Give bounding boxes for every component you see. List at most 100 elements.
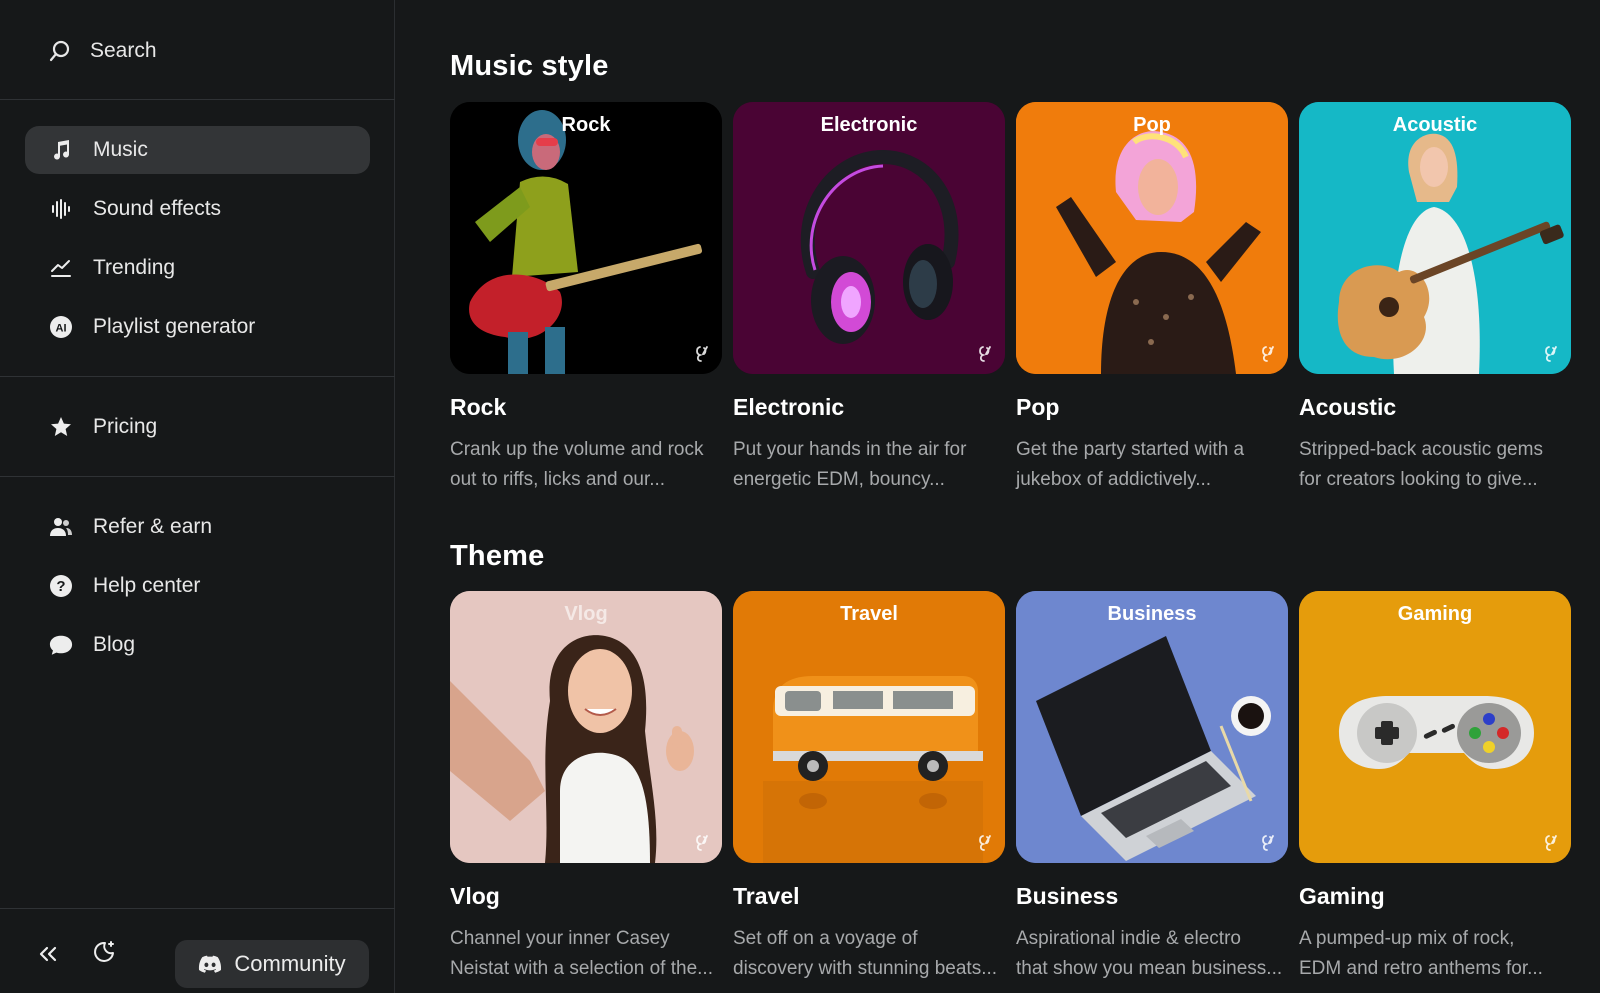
card-description-line: that show you mean business... (1016, 958, 1283, 979)
card-electronic[interactable]: Electronic Electronic Put your hands in … (733, 102, 1005, 495)
rock-guitarist-image (450, 102, 722, 374)
card-thumbnail: Electronic (733, 102, 1005, 374)
card-thumbnail: Pop (1016, 102, 1288, 374)
card-thumbnail: Business (1016, 591, 1288, 863)
card-travel[interactable]: Travel Travel Set off on a voyage of dis… (733, 591, 1005, 984)
sidebar-item-music[interactable]: Music (25, 126, 370, 174)
card-thumbnail: Gaming (1299, 591, 1571, 863)
brand-logo-icon (1545, 835, 1557, 851)
sidebar-item-sound-effects[interactable]: Sound effects (25, 185, 370, 233)
card-description-line: Put your hands in the air for (733, 439, 967, 460)
sidebar-item-label: Pricing (93, 415, 158, 438)
card-description-line: Stripped-back acoustic gems (1299, 439, 1543, 460)
sidebar-footer: Community (0, 908, 395, 993)
card-description: A pumped-up mix of rock, EDM and retro a… (1299, 924, 1571, 984)
card-description: Get the party started with a jukebox of … (1016, 435, 1288, 495)
users-icon (49, 515, 73, 539)
camper-van-image (733, 591, 1005, 863)
card-description-line: EDM and retro anthems for... (1299, 958, 1543, 979)
card-description: Crank up the volume and rock out to riff… (450, 435, 722, 495)
pop-dancer-image (1016, 102, 1288, 374)
sidebar-item-label: Music (93, 138, 148, 161)
card-title: Business (1016, 883, 1119, 909)
thumbnail-label: Electronic (820, 114, 918, 136)
card-description-line: discovery with stunning beats... (733, 958, 998, 979)
card-description-line: out to riffs, licks and our... (450, 469, 666, 490)
sidebar: Search Music Sound effects Trending AI P… (0, 0, 395, 993)
card-thumbnail: Acoustic (1299, 102, 1571, 374)
card-description-line: Channel your inner Casey (450, 928, 670, 949)
sidebar-item-label: Help center (93, 574, 201, 597)
brand-logo-icon (979, 346, 991, 362)
sidebar-item-label: Sound effects (93, 197, 222, 220)
sidebar-item-refer-earn[interactable]: Refer & earn (25, 503, 370, 551)
sidebar-divider (0, 99, 395, 100)
card-thumbnail: Vlog (450, 591, 722, 863)
acoustic-guitarist-image (1299, 102, 1571, 374)
game-controller-image (1299, 591, 1571, 863)
card-vlog[interactable]: Vlog Vlog Channel your inner Casey Neist… (450, 591, 722, 984)
card-description-line: Neistat with a selection of the... (450, 958, 713, 979)
card-description-line: Set off on a voyage of (733, 928, 918, 949)
card-description: Set off on a voyage of discovery with st… (733, 924, 1005, 984)
community-button[interactable]: Community (175, 940, 369, 988)
card-acoustic[interactable]: Acoustic Acoustic Stripped-back acoustic… (1299, 102, 1571, 495)
card-pop[interactable]: Pop Pop Get the party started with a juk… (1016, 102, 1288, 495)
section-title-theme: Theme (450, 540, 545, 572)
card-description-line: Aspirational indie & electro (1016, 928, 1241, 949)
main-content: Music style Rock Rock Crank up the volum… (395, 0, 1600, 993)
music-note-icon (49, 138, 73, 162)
card-title: Travel (733, 883, 800, 909)
sidebar-item-label: Refer & earn (93, 515, 213, 538)
card-description-line: for creators looking to give... (1299, 469, 1538, 490)
sidebar-item-pricing[interactable]: Pricing (25, 403, 370, 451)
thumbnail-label: Business (1107, 603, 1197, 625)
chat-bubble-icon (49, 633, 73, 657)
headphones-image (733, 102, 1005, 374)
star-icon (49, 415, 73, 439)
card-description-line: Crank up the volume and rock (450, 439, 704, 460)
card-description-line: A pumped-up mix of rock, (1299, 928, 1515, 949)
card-thumbnail: Travel (733, 591, 1005, 863)
search-label: Search (90, 39, 157, 62)
brand-logo-icon (979, 835, 991, 851)
card-title: Acoustic (1299, 394, 1397, 420)
card-description-line: energetic EDM, bouncy... (733, 469, 945, 490)
ai-icon: AI (49, 315, 73, 339)
collapse-sidebar-button[interactable] (36, 942, 64, 970)
card-description: Aspirational indie & electro that show y… (1016, 924, 1288, 984)
thumbnail-label: Travel (840, 603, 898, 625)
brand-logo-icon (696, 346, 708, 362)
card-title: Rock (450, 394, 507, 420)
brand-logo-icon (1262, 835, 1274, 851)
vlogger-image (450, 591, 722, 863)
card-description: Stripped-back acoustic gems for creators… (1299, 435, 1571, 495)
help-icon: ? (49, 574, 73, 598)
brand-logo-icon (1545, 346, 1557, 362)
sidebar-item-trending[interactable]: Trending (25, 244, 370, 292)
card-business[interactable]: Business Business Aspirational indie & e… (1016, 591, 1288, 984)
theme-toggle-button[interactable] (92, 940, 120, 968)
community-label: Community (234, 951, 346, 976)
laptop-coffee-image (1016, 591, 1288, 863)
sidebar-item-blog[interactable]: Blog (25, 621, 370, 669)
card-description: Channel your inner Casey Neistat with a … (450, 924, 722, 984)
thumbnail-label: Acoustic (1392, 114, 1478, 136)
card-description-line: jukebox of addictively... (1016, 469, 1212, 490)
svg-text:?: ? (56, 578, 65, 595)
card-title: Pop (1016, 394, 1060, 420)
search-icon (48, 39, 72, 63)
sidebar-item-playlist-generator[interactable]: AI Playlist generator (25, 303, 370, 351)
card-title: Vlog (450, 883, 500, 909)
sidebar-item-label: Playlist generator (93, 315, 256, 338)
discord-icon (198, 952, 222, 976)
double-chevron-left-icon (36, 942, 60, 966)
sidebar-item-help-center[interactable]: ? Help center (25, 562, 370, 610)
search-button[interactable]: Search (48, 33, 157, 69)
thumbnail-label: Rock (561, 114, 611, 136)
card-rock[interactable]: Rock Rock Crank up the volume and rock o… (450, 102, 722, 495)
card-gaming[interactable]: Gaming Gaming A pumped-up mix of rock, E… (1299, 591, 1571, 984)
thumbnail-label: Pop (1133, 114, 1171, 136)
moon-icon (92, 940, 116, 964)
waveform-icon (49, 197, 73, 221)
